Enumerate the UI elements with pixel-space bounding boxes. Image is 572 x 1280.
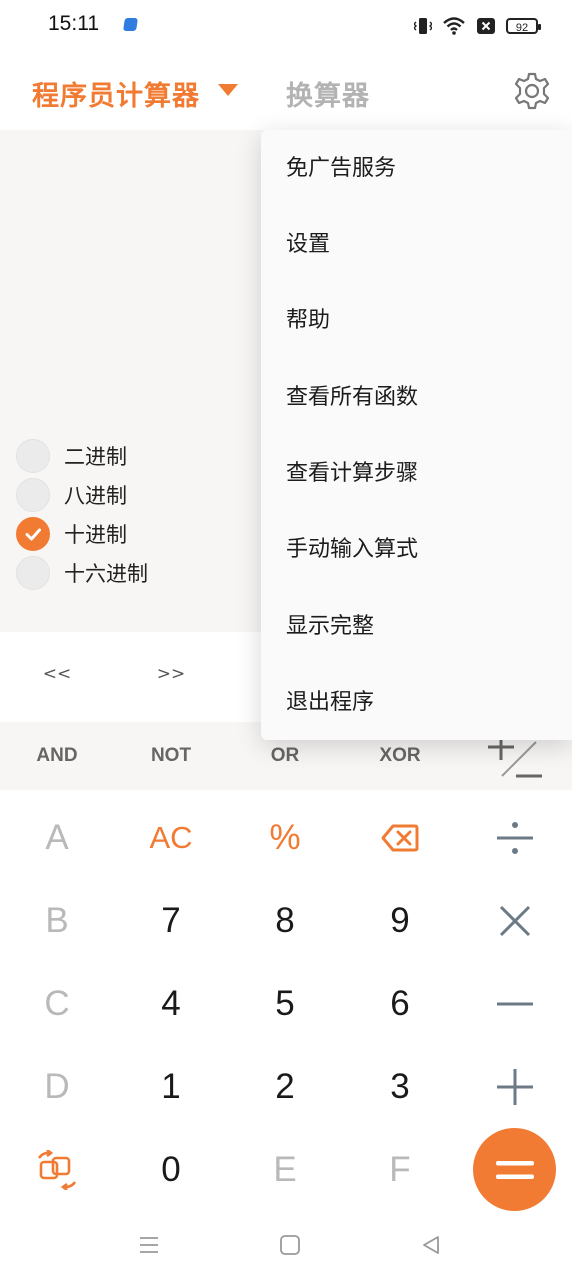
status-bar: 15:11 92 — [0, 0, 572, 52]
divide-icon — [497, 822, 533, 854]
wifi-icon — [443, 17, 465, 35]
battery-icon: 92 — [506, 18, 541, 34]
tab-programmer-calculator[interactable]: 程序员计算器 — [32, 74, 200, 113]
triangle-back-icon — [423, 1236, 439, 1254]
radio-button[interactable] — [16, 478, 50, 512]
and-button[interactable]: AND — [0, 728, 114, 784]
menu-item-settings[interactable]: 设置 — [286, 225, 330, 265]
plus-button[interactable] — [458, 1046, 572, 1128]
hamburger-icon — [140, 1237, 158, 1253]
nav-home-button[interactable] — [275, 1230, 305, 1260]
radix-label: 十六进制 — [64, 562, 148, 586]
radix-option-octal[interactable]: 八进制 — [16, 477, 127, 513]
app-notification-icon — [123, 18, 138, 31]
hex-d-button[interactable]: D — [0, 1046, 114, 1128]
hex-c-button[interactable]: C — [0, 963, 114, 1045]
not-button[interactable]: NOT — [114, 728, 228, 784]
hex-f-button[interactable]: F — [343, 1129, 457, 1211]
switch-mode-button[interactable] — [0, 1129, 114, 1211]
hex-a-button[interactable]: A — [0, 797, 114, 879]
radio-button[interactable] — [16, 439, 50, 473]
divide-button[interactable] — [458, 797, 572, 879]
digit-3-button[interactable]: 3 — [343, 1046, 457, 1128]
radix-label: 十进制 — [64, 523, 127, 547]
menu-item-exit[interactable]: 退出程序 — [286, 683, 374, 723]
status-icons: 92 — [414, 14, 541, 38]
square-home-icon — [280, 1235, 300, 1255]
no-sim-icon — [477, 18, 495, 34]
digit-5-button[interactable]: 5 — [228, 963, 342, 1045]
caret-down-icon[interactable] — [218, 84, 238, 96]
radio-button-checked[interactable] — [16, 517, 50, 551]
checkmark-icon — [25, 528, 41, 541]
nav-menu-button[interactable] — [134, 1230, 164, 1260]
digit-9-button[interactable]: 9 — [343, 880, 457, 962]
all-clear-button[interactable]: AC — [114, 797, 228, 879]
menu-item-ad-free[interactable]: 免广告服务 — [286, 149, 396, 189]
overflow-menu: 免广告服务 设置 帮助 查看所有函数 查看计算步骤 手动输入算式 显示完整 退出… — [261, 130, 572, 740]
backspace-icon — [381, 824, 419, 852]
rotate-swap-icon — [37, 1150, 77, 1190]
menu-item-calc-steps[interactable]: 查看计算步骤 — [286, 454, 418, 494]
shift-left-button[interactable]: << — [0, 646, 114, 702]
percent-button[interactable]: % — [228, 797, 342, 879]
gear-icon[interactable] — [512, 71, 552, 111]
hex-b-button[interactable]: B — [0, 880, 114, 962]
multiply-button[interactable] — [458, 880, 572, 962]
menu-item-help[interactable]: 帮助 — [286, 301, 330, 341]
backspace-button[interactable] — [343, 797, 457, 879]
plus-icon — [497, 1069, 533, 1105]
digit-7-button[interactable]: 7 — [114, 880, 228, 962]
digit-0-button[interactable]: 0 — [114, 1129, 228, 1211]
menu-item-manual-input[interactable]: 手动输入算式 — [286, 530, 418, 570]
hex-e-button[interactable]: E — [228, 1129, 342, 1211]
radix-label: 二进制 — [64, 445, 127, 469]
radix-option-binary[interactable]: 二进制 — [16, 438, 127, 474]
equals-button[interactable] — [473, 1128, 556, 1211]
radix-label: 八进制 — [64, 484, 127, 508]
radix-option-decimal[interactable]: 十进制 — [16, 516, 127, 552]
nav-back-button[interactable] — [416, 1230, 446, 1260]
digit-6-button[interactable]: 6 — [343, 963, 457, 1045]
minus-button[interactable] — [458, 963, 572, 1045]
shift-right-button[interactable]: >> — [114, 646, 228, 702]
vibrate-icon — [414, 18, 432, 34]
radix-option-hex[interactable]: 十六进制 — [16, 555, 148, 591]
tab-converter[interactable]: 换算器 — [286, 74, 370, 113]
radio-button[interactable] — [16, 556, 50, 590]
status-time: 15:11 — [48, 12, 99, 35]
multiply-icon — [499, 905, 531, 937]
digit-1-button[interactable]: 1 — [114, 1046, 228, 1128]
digit-2-button[interactable]: 2 — [228, 1046, 342, 1128]
menu-item-show-full[interactable]: 显示完整 — [286, 607, 374, 647]
minus-icon — [497, 1002, 533, 1006]
menu-item-all-functions[interactable]: 查看所有函数 — [286, 378, 418, 418]
digit-8-button[interactable]: 8 — [228, 880, 342, 962]
digit-4-button[interactable]: 4 — [114, 963, 228, 1045]
equals-icon — [495, 1160, 534, 1179]
